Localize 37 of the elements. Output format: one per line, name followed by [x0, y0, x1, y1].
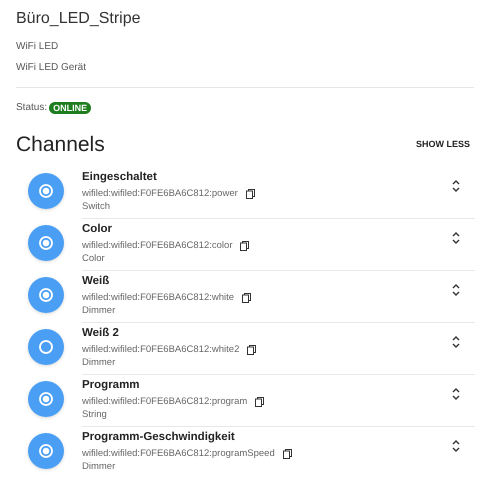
- expand-collapse-icon[interactable]: [451, 386, 461, 400]
- copy-icon[interactable]: [240, 240, 250, 250]
- expand-collapse-icon[interactable]: [451, 282, 461, 296]
- channel-name: Programm: [82, 378, 141, 392]
- channel-type: Dimmer: [82, 304, 116, 316]
- channel-name: Weiß: [82, 274, 110, 288]
- thing-description: WiFi LED Gerät: [16, 61, 88, 75]
- channel-type: Dimmer: [82, 356, 116, 368]
- copy-icon[interactable]: [246, 188, 255, 198]
- channel-uid: wifiled:wifiled:F0FE6BA6C812:power: [82, 188, 238, 200]
- thing-title: Büro_LED_Stripe: [16, 9, 142, 29]
- show-less-button[interactable]: SHOW LESS: [416, 138, 474, 152]
- channel-name: Eingeschaltet: [82, 170, 158, 184]
- expand-collapse-icon[interactable]: [451, 178, 461, 192]
- channel-type: Color: [82, 252, 106, 264]
- channel-name: Color: [82, 222, 114, 236]
- copy-icon[interactable]: [242, 292, 252, 302]
- channel-uid: wifiled:wifiled:F0FE6BA6C812:white2: [82, 344, 240, 356]
- channel-uid: wifiled:wifiled:F0FE6BA6C812:white: [82, 292, 234, 304]
- channel-type: Switch: [82, 200, 111, 212]
- channel-uid: wifiled:wifiled:F0FE6BA6C812:color: [82, 240, 232, 252]
- channel-name: Weiß 2: [82, 326, 120, 340]
- channel-type: Dimmer: [82, 460, 116, 472]
- thing-type: WiFi LED: [16, 40, 60, 54]
- expand-collapse-icon[interactable]: [451, 438, 461, 452]
- copy-icon[interactable]: [282, 448, 292, 458]
- expand-collapse-icon[interactable]: [451, 334, 461, 348]
- channel-uid: wifiled:wifiled:F0FE6BA6C812:program: [82, 396, 248, 408]
- channel-name: Programm-Geschwindigkeit: [82, 430, 236, 444]
- status-label: Status:: [16, 101, 48, 115]
- copy-icon[interactable]: [247, 344, 256, 354]
- channel-uid: wifiled:wifiled:F0FE6BA6C812:programSpeed: [82, 448, 275, 460]
- section-title: Channels: [16, 132, 105, 158]
- status-badge: ONLINE: [49, 102, 92, 114]
- expand-collapse-icon[interactable]: [451, 230, 461, 244]
- copy-icon[interactable]: [255, 396, 264, 406]
- channel-type: String: [82, 408, 108, 420]
